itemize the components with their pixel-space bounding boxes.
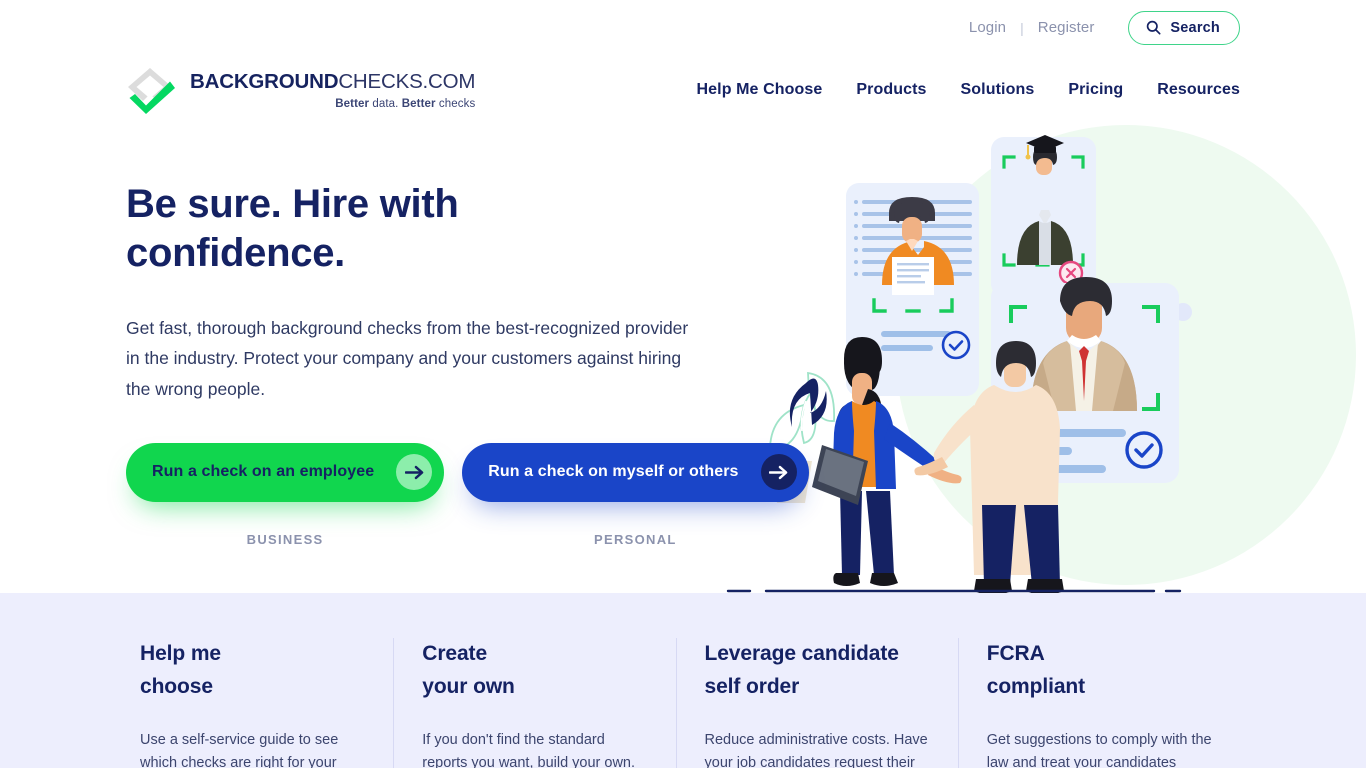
cta-personal-group: Run a check on myself or others PERSONAL bbox=[462, 442, 809, 547]
main-navigation: Help Me Choose Products Solutions Pricin… bbox=[697, 81, 1241, 99]
nav-item-products[interactable]: Products bbox=[856, 81, 926, 99]
cta-business-group: Run a check on an employee BUSINESS bbox=[126, 442, 445, 547]
site-header: BACKGROUNDCHECKS.COM Better data. Better… bbox=[0, 55, 1366, 125]
nav-item-pricing[interactable]: Pricing bbox=[1068, 81, 1123, 99]
utility-separator: | bbox=[1020, 19, 1024, 36]
hiring-background-check-illustration bbox=[726, 125, 1366, 593]
feature-body: Reduce administrative costs. Have your j… bbox=[704, 732, 928, 768]
feature-card-fcra-compliant[interactable]: FCRA compliant Get suggestions to comply … bbox=[957, 638, 1240, 768]
feature-title: Help me choose bbox=[140, 642, 221, 698]
feature-body: Use a self-service guide to see which ch… bbox=[140, 732, 339, 768]
search-icon bbox=[1146, 20, 1161, 35]
hero-cta-row: Run a check on an employee BUSINESS Run … bbox=[126, 442, 809, 547]
hero-title: Be sure. Hire with confidence. bbox=[126, 182, 459, 275]
tagline-better-2: Better bbox=[401, 97, 436, 110]
login-link[interactable]: Login bbox=[969, 19, 1006, 36]
nav-item-solutions[interactable]: Solutions bbox=[961, 81, 1035, 99]
run-check-employee-label: Run a check on an employee bbox=[152, 463, 375, 481]
register-link[interactable]: Register bbox=[1038, 19, 1095, 36]
check-circle-badge bbox=[941, 330, 971, 360]
search-button[interactable]: Search bbox=[1128, 10, 1240, 45]
logo-word-background: BACKGROUND bbox=[190, 70, 339, 93]
cta-business-caption: BUSINESS bbox=[246, 531, 324, 547]
logo-tagline: Better data. Better checks bbox=[190, 97, 476, 111]
run-check-employee-button[interactable]: Run a check on an employee bbox=[126, 442, 445, 502]
feature-title: Create your own bbox=[422, 642, 515, 698]
run-check-self-label: Run a check on myself or others bbox=[488, 463, 739, 481]
feature-title: FCRA compliant bbox=[986, 642, 1086, 698]
logo-wordmark: BACKGROUNDCHECKS.COM bbox=[190, 70, 475, 93]
nav-item-resources[interactable]: Resources bbox=[1157, 81, 1240, 99]
feature-body: If you don't find the standard reports y… bbox=[422, 732, 636, 768]
logo-word-checks: CHECKS.COM bbox=[338, 70, 476, 93]
search-button-label: Search bbox=[1170, 19, 1220, 36]
arrow-right-icon bbox=[396, 454, 433, 491]
feature-strip: Help me choose Use a self-service guide t… bbox=[0, 593, 1366, 768]
hero-subtitle: Get fast, thorough background checks fro… bbox=[126, 317, 689, 400]
nav-item-help-me-choose[interactable]: Help Me Choose bbox=[697, 81, 823, 99]
check-circle-badge bbox=[1125, 431, 1163, 469]
feature-title: Leverage candidate self order bbox=[704, 642, 899, 698]
hero-copy: Be sure. Hire with confidence. Get fast,… bbox=[126, 125, 809, 547]
arrow-right-icon bbox=[760, 454, 797, 491]
feature-card-help-me-choose[interactable]: Help me choose Use a self-service guide t… bbox=[126, 638, 393, 768]
hero-section: Be sure. Hire with confidence. Get fast,… bbox=[0, 125, 1366, 593]
tagline-better-1: Better bbox=[335, 97, 370, 110]
feature-card-candidate-self-order[interactable]: Leverage candidate self order Reduce admi… bbox=[675, 638, 958, 768]
profile-card-graduate bbox=[991, 135, 1096, 297]
cta-personal-caption: PERSONAL bbox=[594, 531, 677, 547]
run-check-self-button[interactable]: Run a check on myself or others bbox=[462, 442, 809, 502]
site-logo[interactable]: BACKGROUNDCHECKS.COM Better data. Better… bbox=[126, 65, 475, 115]
tagline-checks: checks bbox=[435, 97, 476, 110]
diamond-check-logo-icon bbox=[126, 65, 179, 115]
feature-card-create-your-own[interactable]: Create your own If you don't find the sta… bbox=[393, 638, 675, 768]
tagline-data: data. bbox=[369, 97, 402, 110]
top-utility-bar: Login | Register Search bbox=[0, 0, 1366, 55]
feature-body: Get suggestions to comply with the law a… bbox=[986, 732, 1212, 768]
